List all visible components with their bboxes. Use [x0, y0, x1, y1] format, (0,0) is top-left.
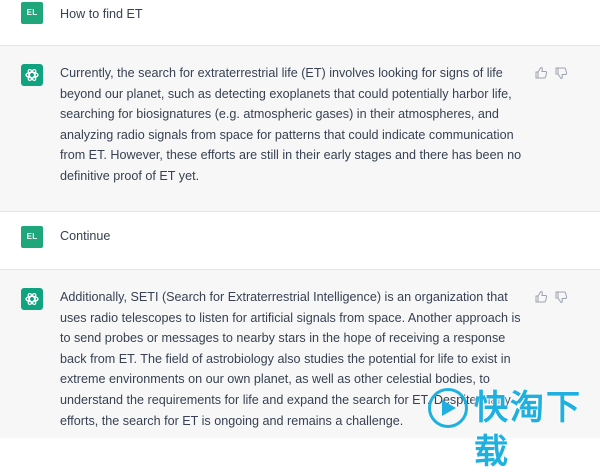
- assistant-avatar: [21, 288, 43, 310]
- feedback-buttons: [534, 290, 570, 304]
- user-message-row: EL How to find ET: [0, 0, 600, 45]
- watermark-logo-icon: [428, 388, 468, 428]
- user-avatar: EL: [21, 226, 43, 248]
- assistant-message-text: Currently, the search for extraterrestri…: [60, 66, 522, 183]
- assistant-message-row: Currently, the search for extraterrestri…: [0, 46, 600, 211]
- user-message-row: EL Continue: [0, 212, 600, 269]
- user-message-text: How to find ET: [60, 7, 143, 21]
- thumbs-up-icon[interactable]: [534, 290, 548, 304]
- thumbs-down-icon[interactable]: [554, 66, 568, 80]
- assistant-avatar: [21, 64, 43, 86]
- openai-logo-icon: [25, 68, 39, 82]
- thumbs-up-icon[interactable]: [534, 66, 548, 80]
- watermark-text: 快淘下载: [474, 389, 582, 471]
- feedback-buttons: [534, 66, 570, 80]
- thumbs-down-icon[interactable]: [554, 290, 568, 304]
- user-avatar: EL: [21, 2, 43, 24]
- watermark: 快淘下载: [428, 386, 600, 471]
- openai-logo-icon: [25, 292, 39, 306]
- user-message-text: Continue: [60, 229, 111, 243]
